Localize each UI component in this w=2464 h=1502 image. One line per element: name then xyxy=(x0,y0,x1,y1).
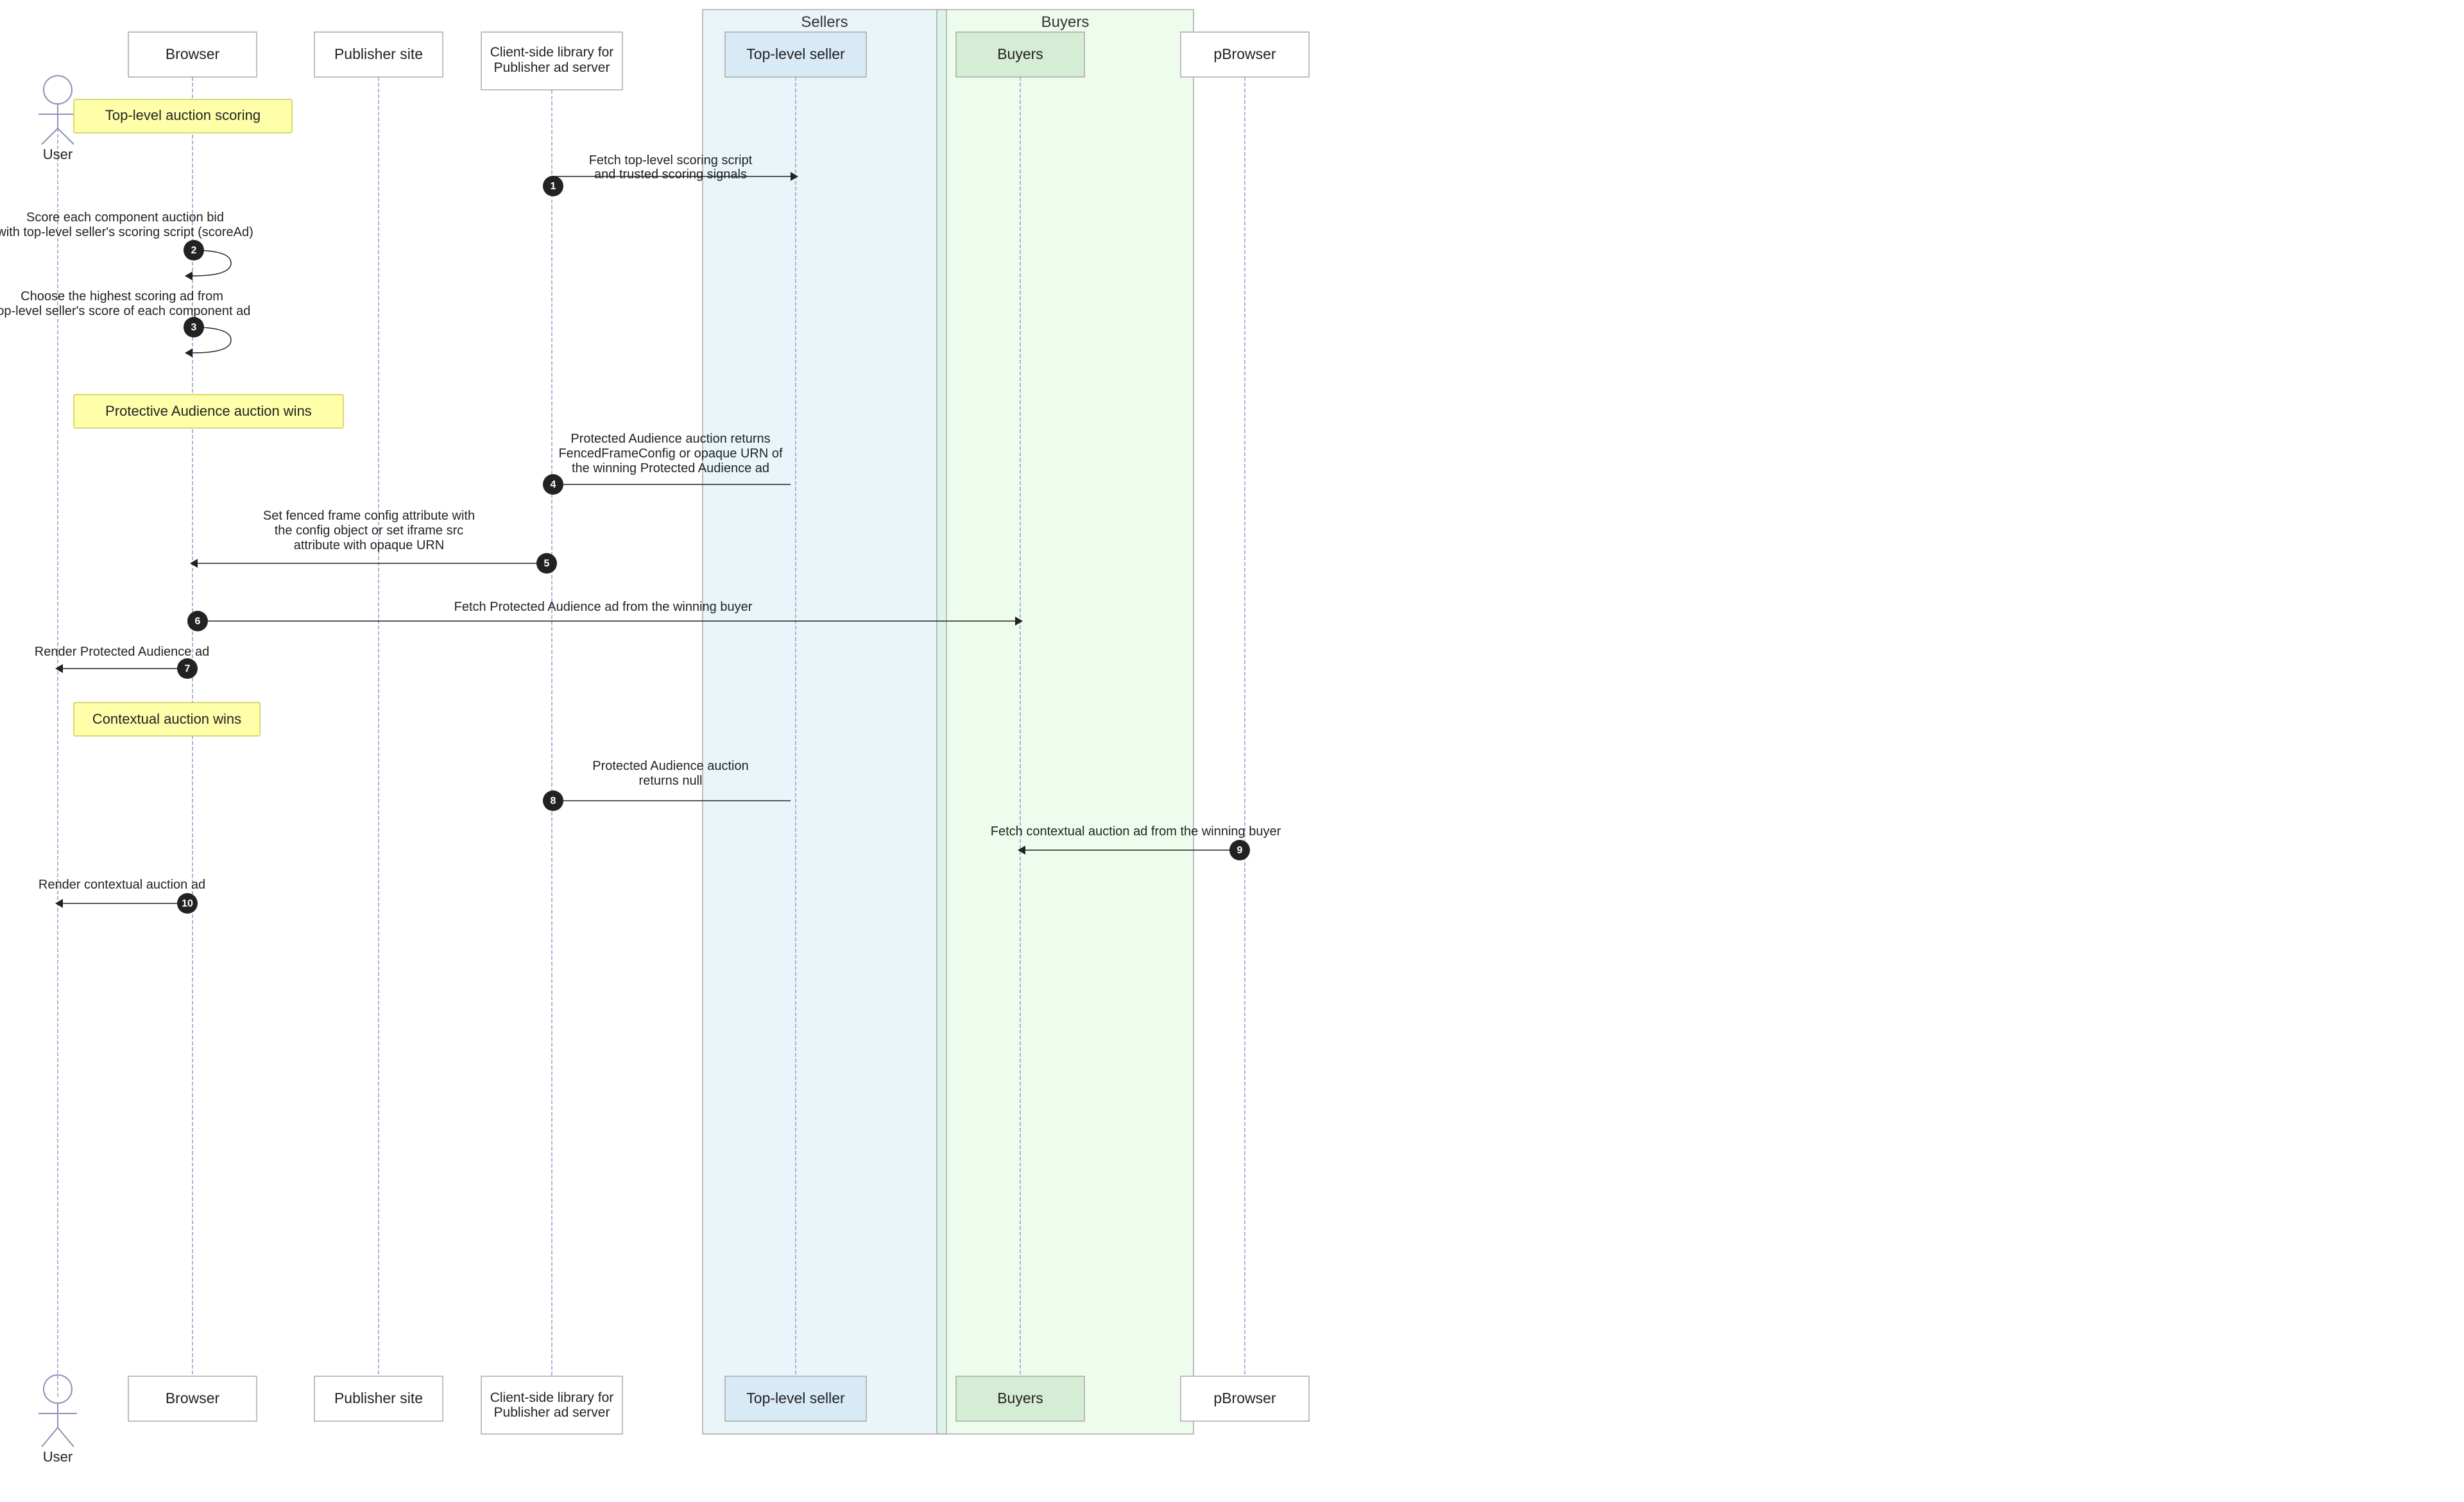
msg8-label-2: returns null xyxy=(639,774,703,788)
client-library-label2-top: Publisher ad server xyxy=(494,60,610,75)
msg4-label-3: the winning Protected Audience ad xyxy=(572,461,769,475)
sellers-group-label: Sellers xyxy=(801,13,848,31)
diagram: Sellers Buyers Browser Publisher site Cl… xyxy=(0,0,2464,1502)
seq1-label: 1 xyxy=(551,181,556,192)
msg2-label-2: with top-level seller's scoring script (… xyxy=(0,225,253,239)
buyers-group-box xyxy=(937,10,1194,1434)
msg2-label-1: Score each component auction bid xyxy=(26,210,224,225)
msg10-label: Render contextual auction ad xyxy=(38,878,205,892)
msg7-label: Render Protected Audience ad xyxy=(35,645,209,659)
note-protective-audience-text: Protective Audience auction wins xyxy=(105,403,312,419)
seq3-label: 3 xyxy=(191,322,197,333)
note-top-level-scoring-text: Top-level auction scoring xyxy=(105,107,261,123)
seq2-label: 2 xyxy=(191,245,197,256)
pbrowser-label-top: pBrowser xyxy=(1213,46,1276,62)
seq4-label: 4 xyxy=(551,479,556,490)
msg3-label-2: top-level seller's score of each compone… xyxy=(0,304,250,318)
browser-label-bottom: Browser xyxy=(166,1390,220,1406)
buyers-label-top: Buyers xyxy=(997,46,1043,62)
browser-label-top: Browser xyxy=(166,46,220,62)
user-leg1-top xyxy=(42,128,58,144)
msg9-label: Fetch contextual auction ad from the win… xyxy=(991,824,1281,839)
user-leg2-top xyxy=(58,128,74,144)
buyers-group-label: Buyers xyxy=(1041,13,1090,31)
publisher-site-label-top: Publisher site xyxy=(334,46,423,62)
msg4-label-1: Protected Audience auction returns xyxy=(570,432,770,446)
user-label-top: User xyxy=(43,146,73,162)
client-library-label-bottom-2: Publisher ad server xyxy=(494,1405,610,1420)
user-leg1-bottom xyxy=(42,1428,58,1447)
publisher-site-label-bottom: Publisher site xyxy=(334,1390,423,1406)
msg5-label-2: the config object or set iframe src xyxy=(275,524,464,538)
msg1-label-2: and trusted scoring signals xyxy=(594,167,747,182)
msg8-label-1: Protected Audience auction xyxy=(592,759,749,773)
user-head-top xyxy=(44,76,72,104)
note-contextual-auction-text: Contextual auction wins xyxy=(92,711,241,727)
msg6-label: Fetch Protected Audience ad from the win… xyxy=(454,600,753,614)
seq7-label: 7 xyxy=(185,663,191,674)
msg2-arrowhead xyxy=(185,271,193,280)
msg10-arrowhead xyxy=(55,899,63,908)
client-library-label-top: Client-side library for xyxy=(490,45,614,60)
buyers-label-bottom: Buyers xyxy=(997,1390,1043,1406)
sellers-group-box xyxy=(703,10,946,1434)
top-level-seller-label-top: Top-level seller xyxy=(746,46,845,62)
client-library-label-bottom-1: Client-side library for xyxy=(490,1390,614,1405)
user-leg2-bottom xyxy=(58,1428,74,1447)
msg4-label-2: FencedFrameConfig or opaque URN of xyxy=(558,447,783,461)
msg3-arrowhead xyxy=(185,348,193,357)
seq9-label: 9 xyxy=(1237,845,1243,856)
msg5-arrowhead xyxy=(190,559,198,568)
seq6-label: 6 xyxy=(195,616,201,627)
msg1-label-1: Fetch top-level scoring script xyxy=(589,153,753,167)
top-level-seller-label-bottom: Top-level seller xyxy=(746,1390,845,1406)
pbrowser-label-bottom: pBrowser xyxy=(1213,1390,1276,1406)
diagram-svg: Sellers Buyers Browser Publisher site Cl… xyxy=(0,0,2464,1502)
user-label-bottom: User xyxy=(43,1449,73,1465)
seq5-label: 5 xyxy=(544,558,550,569)
seq8-label: 8 xyxy=(551,796,556,806)
msg7-arrowhead xyxy=(55,664,63,673)
msg5-label-1: Set fenced frame config attribute with xyxy=(263,509,475,523)
msg5-label-3: attribute with opaque URN xyxy=(294,538,445,552)
msg3-label-1: Choose the highest scoring ad from xyxy=(21,289,223,303)
seq10-label: 10 xyxy=(182,898,193,909)
